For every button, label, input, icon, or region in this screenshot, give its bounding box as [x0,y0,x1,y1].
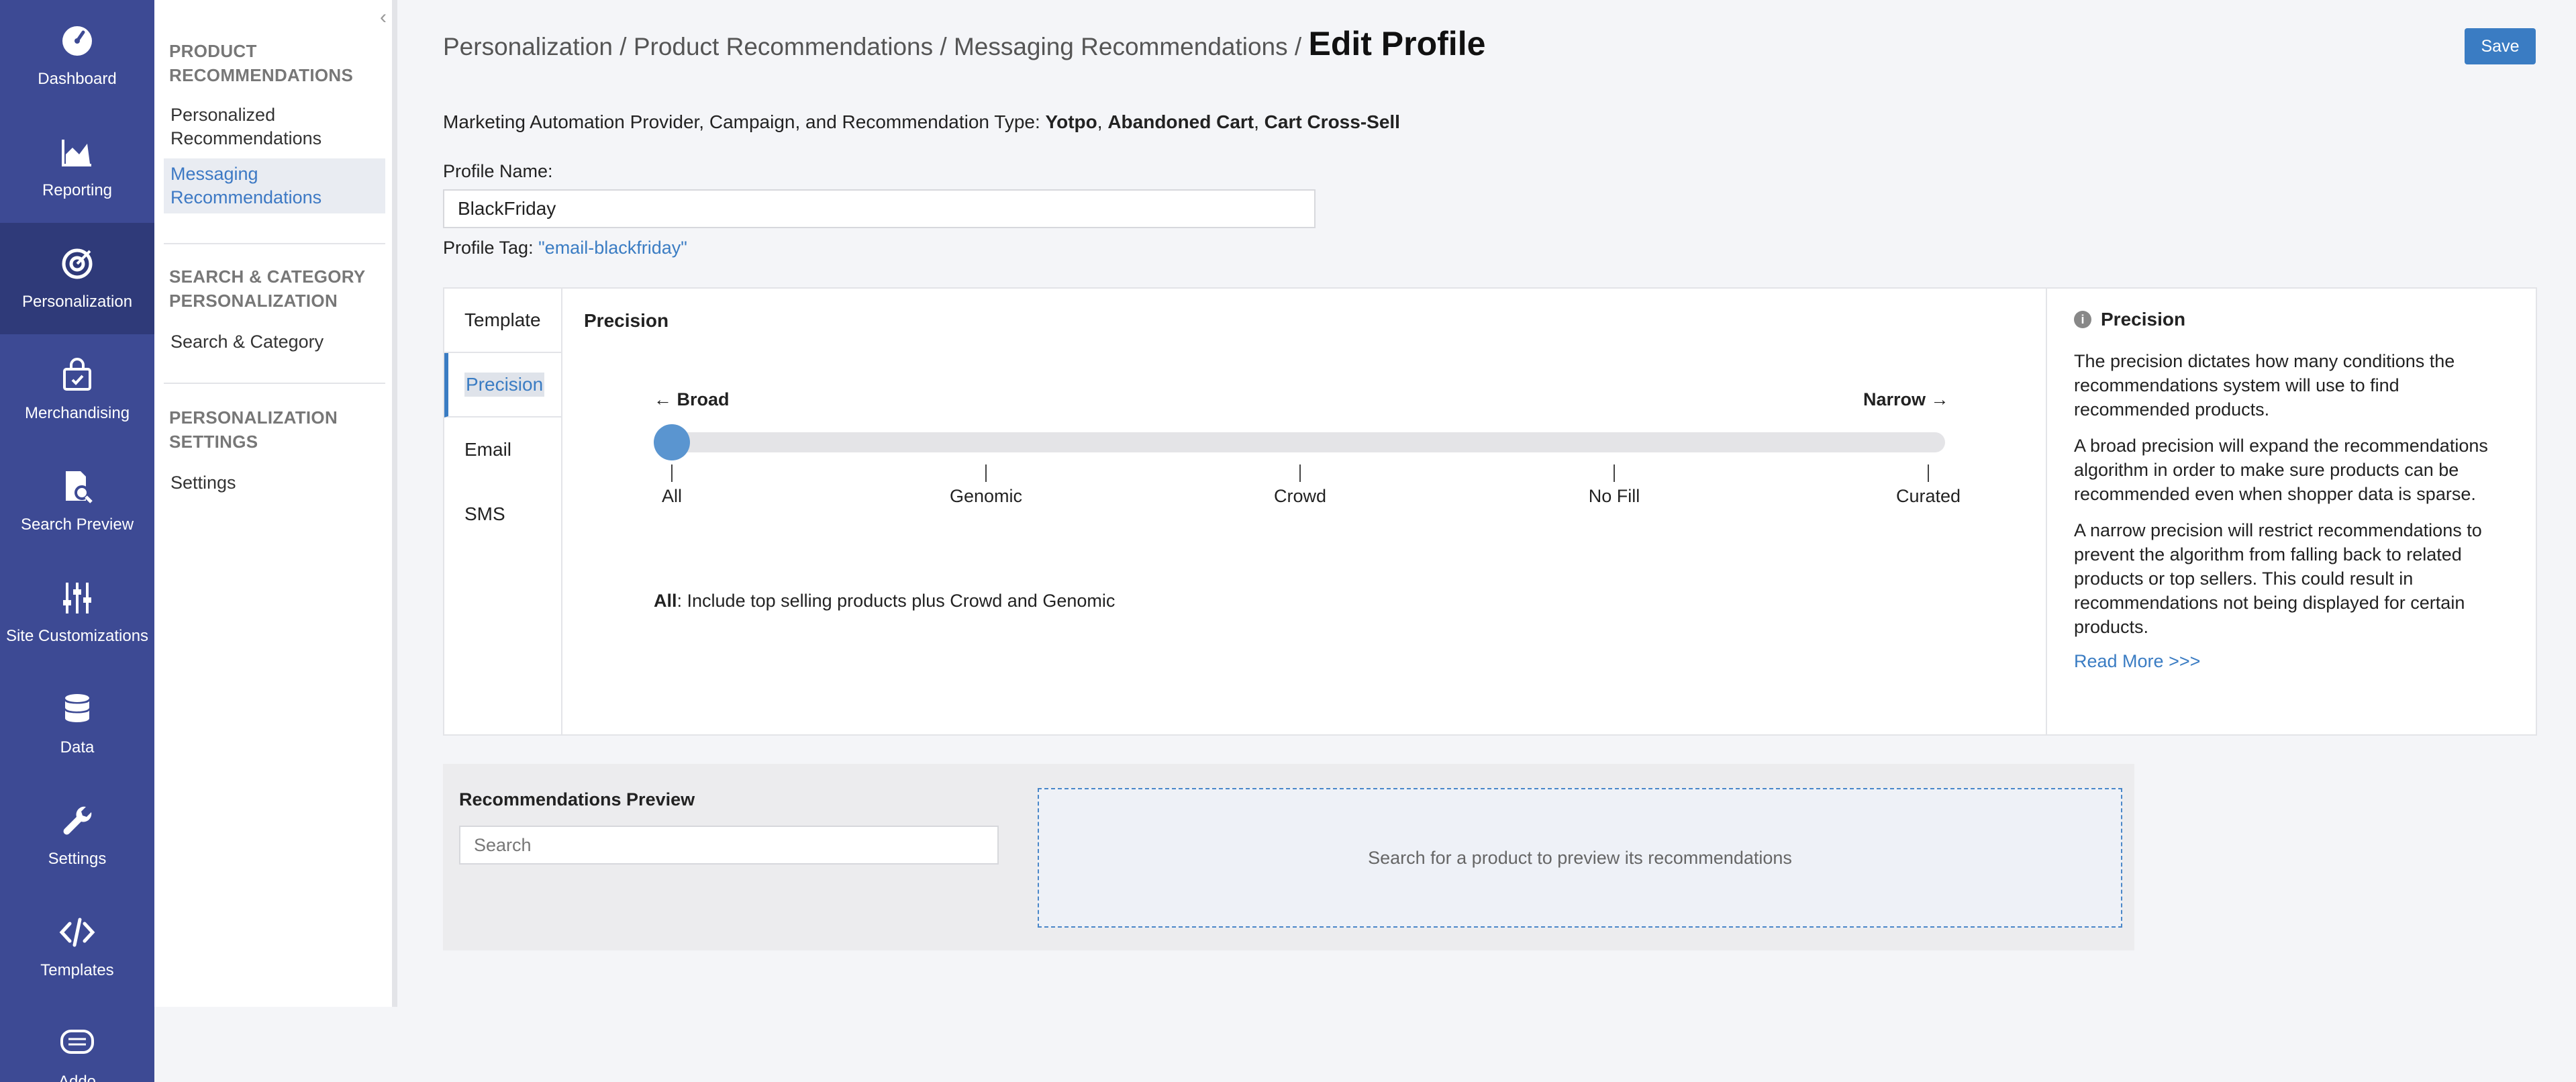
provider-label: Marketing Automation Provider, Campaign,… [443,111,1046,132]
tab-label: SMS [464,503,505,524]
slider-tick [985,464,987,482]
tab-email[interactable]: Email [444,417,562,482]
sidebar-item-settings[interactable]: Settings [164,467,385,499]
slider-level-label[interactable]: Genomic [950,486,1022,507]
help-title: i Precision [2074,309,2509,330]
provider-info: Marketing Automation Provider, Campaign,… [443,111,1400,133]
tab-template[interactable]: Template [444,289,562,353]
breadcrumb-path[interactable]: Personalization / Product Recommendation… [443,33,1308,60]
nav-item-personalization[interactable]: Personalization [0,223,154,334]
sidebar-section-heading: PRODUCT RECOMMENDATIONS [169,41,354,85]
help-title-text: Precision [2101,309,2186,330]
slider-level-label[interactable]: Crowd [1274,486,1326,507]
search-doc-icon [66,471,93,503]
gauge-icon [62,26,92,56]
sidebar-item-personalized-recommendations[interactable]: Personalized Recommendations [164,99,385,154]
nav-label: Reporting [42,181,113,199]
help-paragraph: A broad precision will expand the recomm… [2074,436,2488,504]
campaign-value: Abandoned Cart [1107,111,1254,132]
slider-tick [1614,464,1615,482]
chart-icon [62,140,91,166]
nav-item-data[interactable]: Data [0,669,154,780]
wrench-icon [63,806,92,835]
nav-item-templates[interactable]: Templates [0,891,154,1003]
slider-level-label[interactable]: All [662,486,682,507]
nav-label: Templates [40,961,114,979]
profile-name-label: Profile Name: [443,161,553,181]
sidebar-section-heading: PERSONALIZATION SETTINGS [169,407,338,452]
sidebar-item-search-category[interactable]: Search & Category [164,326,385,358]
separator: , [1097,111,1108,132]
nav-item-merchandising[interactable]: Merchandising [0,334,154,446]
sidebar-divider [164,383,385,384]
profile-name-input[interactable] [443,189,1316,228]
secondary-sidebar: PRODUCT RECOMMENDATIONS Personalized Rec… [154,0,397,1007]
settings-tabs: Template Precision Email SMS [444,289,562,734]
nav-item-addo[interactable]: Addo [0,1003,154,1082]
slider-tick [1928,464,1929,482]
nav-item-search-preview[interactable]: Search Preview [0,446,154,557]
preview-title: Recommendations Preview [459,789,695,809]
nav-label: Search Preview [20,515,134,534]
read-more-link[interactable]: Read More >>> [2074,651,2509,672]
sidebar-item-messaging-recommendations[interactable]: Messaging Recommendations [164,158,385,213]
slider-tick [671,464,673,482]
tab-label: Template [464,309,541,330]
profile-settings-card: Template Precision Email SMS Precision ←… [443,287,2537,736]
slider-tick [1299,464,1301,482]
precision-description: All: Include top selling products plus C… [654,591,1115,611]
tab-label: Precision [464,373,545,397]
nav-label: Personalization [21,293,133,311]
preview-search-input[interactable] [459,826,999,865]
nav-label: Site Customizations [5,627,149,645]
sidebar-divider [164,243,385,244]
collapse-sidebar-icon[interactable]: ‹ [380,7,396,28]
tab-label: Email [464,439,512,460]
help-panel: i Precision The precision dictates how ma… [2046,289,2536,734]
breadcrumb: Personalization / Product Recommendation… [443,24,1485,63]
nav-item-dashboard[interactable]: Dashboard [0,0,154,111]
bag-icon [63,358,91,391]
precision-slider-track[interactable] [655,432,1945,452]
preview-results-area: Search for a product to preview its reco… [1038,788,2122,928]
help-paragraph: The precision dictates how many conditio… [2074,351,2455,420]
info-icon: i [2074,311,2091,328]
code-icon [59,918,95,947]
slider-level-label[interactable]: Curated [1896,486,1961,507]
sidebar-section-heading: SEARCH & CATEGORY PERSONALIZATION [169,266,366,311]
profile-tag: Profile Tag: "email-blackfriday" [443,238,687,258]
recommendation-type-value: Cart Cross-Sell [1264,111,1400,132]
preview-empty-text: Search for a product to preview its reco… [1368,847,1792,868]
nav-label: Settings [48,850,107,868]
precision-slider-handle[interactable] [654,424,690,460]
page-title: Edit Profile [1308,25,1486,62]
provider-value: Yotpo [1045,111,1097,132]
chat-icon [60,1030,94,1054]
sliders-icon [63,583,91,613]
profile-tag-value: "email-blackfriday" [538,238,687,258]
nav-label: Merchandising [24,404,130,422]
slider-level-label[interactable]: No Fill [1589,486,1640,507]
target-icon [62,248,93,279]
main-nav: Dashboard Reporting Personalization Merc… [0,0,154,1082]
save-button[interactable]: Save [2465,28,2536,64]
selected-level: All [654,591,677,611]
nav-label: Dashboard [38,70,117,88]
help-paragraph: A narrow precision will restrict recomme… [2074,520,2482,637]
profile-tag-label: Profile Tag: [443,238,539,258]
selected-level-description: : Include top selling products plus Crow… [677,591,1116,611]
nav-item-site-customizations[interactable]: Site Customizations [0,557,154,669]
narrow-label: Narrow → [1863,389,1949,409]
tab-sms[interactable]: SMS [444,482,562,546]
separator: , [1254,111,1265,132]
recommendations-preview: Recommendations Preview Search for a pro… [443,764,2134,950]
database-icon [65,694,89,722]
nav-item-reporting[interactable]: Reporting [0,111,154,223]
broad-label: ← Broad [654,389,730,409]
panel-title: Precision [584,310,669,331]
nav-label: Addo [58,1073,97,1082]
nav-label: Data [60,738,95,756]
nav-item-settings[interactable]: Settings [0,780,154,891]
tab-precision[interactable]: Precision [444,353,562,417]
